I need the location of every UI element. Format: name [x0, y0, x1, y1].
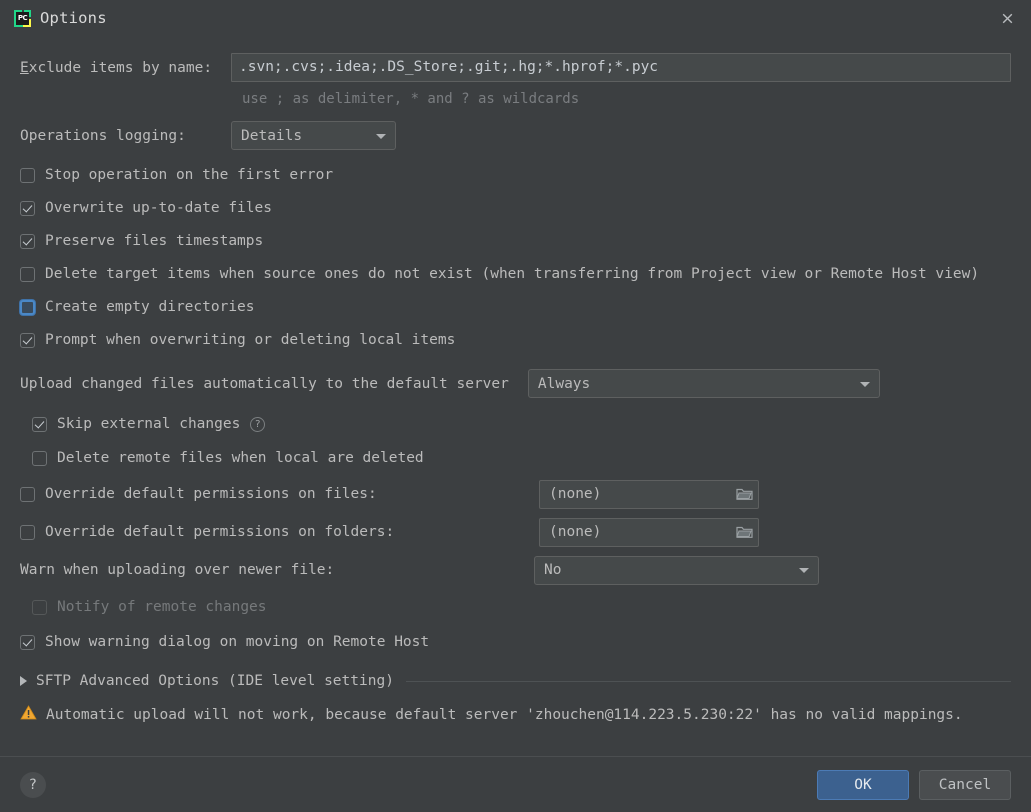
upload-auto-label: Upload changed files automatically to th…: [20, 375, 509, 392]
checkbox-override-permissions-folders[interactable]: [20, 524, 35, 540]
checkbox-label-preserve-timestamps: Preserve files timestamps: [45, 233, 264, 249]
help-circle-icon[interactable]: ?: [250, 416, 266, 432]
options-dialog: PC Options Exclude items by name: .svn;.…: [0, 0, 1031, 812]
checkbox-override-permissions-files[interactable]: [20, 486, 35, 502]
chevron-down-icon: [799, 568, 809, 573]
operations-logging-label: Operations logging:: [20, 127, 186, 144]
checkbox-skip-external-changes[interactable]: [32, 416, 47, 432]
warn-newer-label: Warn when uploading over newer file:: [20, 562, 335, 578]
sftp-advanced-label: SFTP Advanced Options (IDE level setting…: [36, 673, 394, 689]
chevron-right-icon[interactable]: [20, 676, 27, 686]
checkbox-row-delete-target-items[interactable]: Delete target items when source ones do …: [20, 263, 1011, 285]
exclude-items-hint: use ; as delimiter, * and ? as wildcards: [242, 91, 580, 107]
checkbox-preserve-timestamps[interactable]: [20, 233, 35, 249]
checkbox-label-skip-external-changes: Skip external changes: [57, 416, 241, 432]
warn-newer-row: Warn when uploading over newer file: No: [20, 555, 1011, 585]
operations-logging-row: Operations logging: Details: [20, 121, 1011, 150]
pycharm-icon-label: PC: [16, 11, 29, 25]
checkbox-label-show-warning-dialog: Show warning dialog on moving on Remote …: [45, 634, 430, 650]
warning-triangle-icon: [20, 705, 37, 724]
checkbox-row-stop-on-error[interactable]: Stop operation on the first error: [20, 164, 1011, 186]
checkbox-row-preserve-timestamps[interactable]: Preserve files timestamps: [20, 230, 1011, 252]
checkbox-stop-on-error[interactable]: [20, 167, 35, 183]
warning-message-row: Automatic upload will not work, because …: [20, 705, 1011, 724]
folder-icon[interactable]: [735, 523, 754, 541]
section-divider: [405, 680, 1011, 682]
dialog-footer: ? OK Cancel: [0, 756, 1031, 812]
warn-newer-select[interactable]: No: [534, 555, 819, 585]
exclude-items-label-rest: xclude items by name:: [28, 59, 213, 76]
upload-auto-value: Always: [537, 375, 591, 392]
checkbox-label-create-empty-dirs: Create empty directories: [45, 299, 255, 315]
ok-button[interactable]: OK: [817, 769, 909, 800]
sftp-advanced-section[interactable]: SFTP Advanced Options (IDE level setting…: [20, 673, 1011, 689]
checkbox-row-notify-remote[interactable]: Notify of remote changes: [32, 596, 1011, 618]
override-files-row: Override default permissions on files: (…: [20, 479, 1011, 509]
checkbox-notify-remote-changes[interactable]: [32, 599, 47, 615]
exclude-items-row: Exclude items by name: .svn;.cvs;.idea;.…: [20, 53, 1011, 82]
folder-icon[interactable]: [735, 485, 754, 503]
checkbox-row-prompt-overwriting[interactable]: Prompt when overwriting or deleting loca…: [20, 329, 1011, 351]
checkbox-row-overwrite-uptodate[interactable]: Overwrite up-to-date files: [20, 197, 1011, 219]
label-override-permissions-files: Override default permissions on files:: [45, 486, 377, 502]
title-bar: PC Options: [0, 0, 1031, 36]
checkbox-label-delete-target-items: Delete target items when source ones do …: [45, 266, 980, 282]
checkbox-create-empty-dirs[interactable]: [20, 299, 35, 315]
checkbox-row-create-empty-dirs[interactable]: Create empty directories: [20, 296, 1011, 318]
checkbox-label-stop-on-error: Stop operation on the first error: [45, 167, 334, 183]
override-files-value: (none): [549, 486, 602, 502]
checkbox-delete-remote-files[interactable]: [32, 450, 47, 466]
checkbox-row-show-warning-dialog[interactable]: Show warning dialog on moving on Remote …: [20, 631, 1011, 653]
upload-auto-select[interactable]: Always: [527, 369, 880, 398]
options-content: Exclude items by name: .svn;.cvs;.idea;.…: [0, 36, 1031, 756]
checkbox-label-prompt-overwriting: Prompt when overwriting or deleting loca…: [45, 332, 456, 348]
operations-logging-value: Details: [241, 127, 303, 144]
warn-newer-value: No: [544, 562, 562, 578]
checkbox-show-warning-dialog[interactable]: [20, 634, 35, 650]
upload-auto-row: Upload changed files automatically to th…: [20, 369, 1011, 398]
checkbox-row-delete-remote[interactable]: Delete remote files when local are delet…: [32, 447, 1011, 469]
exclude-items-input[interactable]: .svn;.cvs;.idea;.DS_Store;.git;.hg;*.hpr…: [231, 53, 1011, 82]
checkbox-label-overwrite-uptodate: Overwrite up-to-date files: [45, 200, 272, 216]
exclude-items-label-mnemonic: E: [20, 59, 29, 76]
warning-message-text: Automatic upload will not work, because …: [46, 706, 963, 723]
label-override-permissions-folders: Override default permissions on folders:: [45, 524, 395, 540]
close-icon[interactable]: [991, 3, 1023, 33]
help-button[interactable]: ?: [20, 771, 46, 798]
override-folders-value: (none): [549, 524, 602, 540]
override-folders-value-field[interactable]: (none): [539, 517, 759, 547]
override-files-value-field[interactable]: (none): [539, 479, 759, 509]
checkbox-label-delete-remote-files: Delete remote files when local are delet…: [57, 450, 424, 466]
checkbox-row-skip-external[interactable]: Skip external changes ?: [32, 413, 1011, 435]
operations-logging-select[interactable]: Details: [231, 121, 396, 150]
primary-checkbox-group: Stop operation on the first error Overwr…: [20, 164, 1011, 351]
exclude-items-label: Exclude items by name:: [20, 60, 231, 76]
pycharm-icon: PC: [14, 9, 31, 27]
chevron-down-icon: [859, 381, 870, 387]
checkbox-delete-target-items[interactable]: [20, 266, 35, 282]
override-folders-row: Override default permissions on folders:…: [20, 517, 1011, 547]
cancel-button[interactable]: Cancel: [919, 769, 1011, 800]
checkbox-label-notify-remote-changes: Notify of remote changes: [57, 599, 267, 615]
checkbox-prompt-overwriting[interactable]: [20, 332, 35, 348]
window-title: Options: [40, 9, 107, 27]
checkbox-overwrite-uptodate[interactable]: [20, 200, 35, 216]
chevron-down-icon: [376, 133, 386, 139]
